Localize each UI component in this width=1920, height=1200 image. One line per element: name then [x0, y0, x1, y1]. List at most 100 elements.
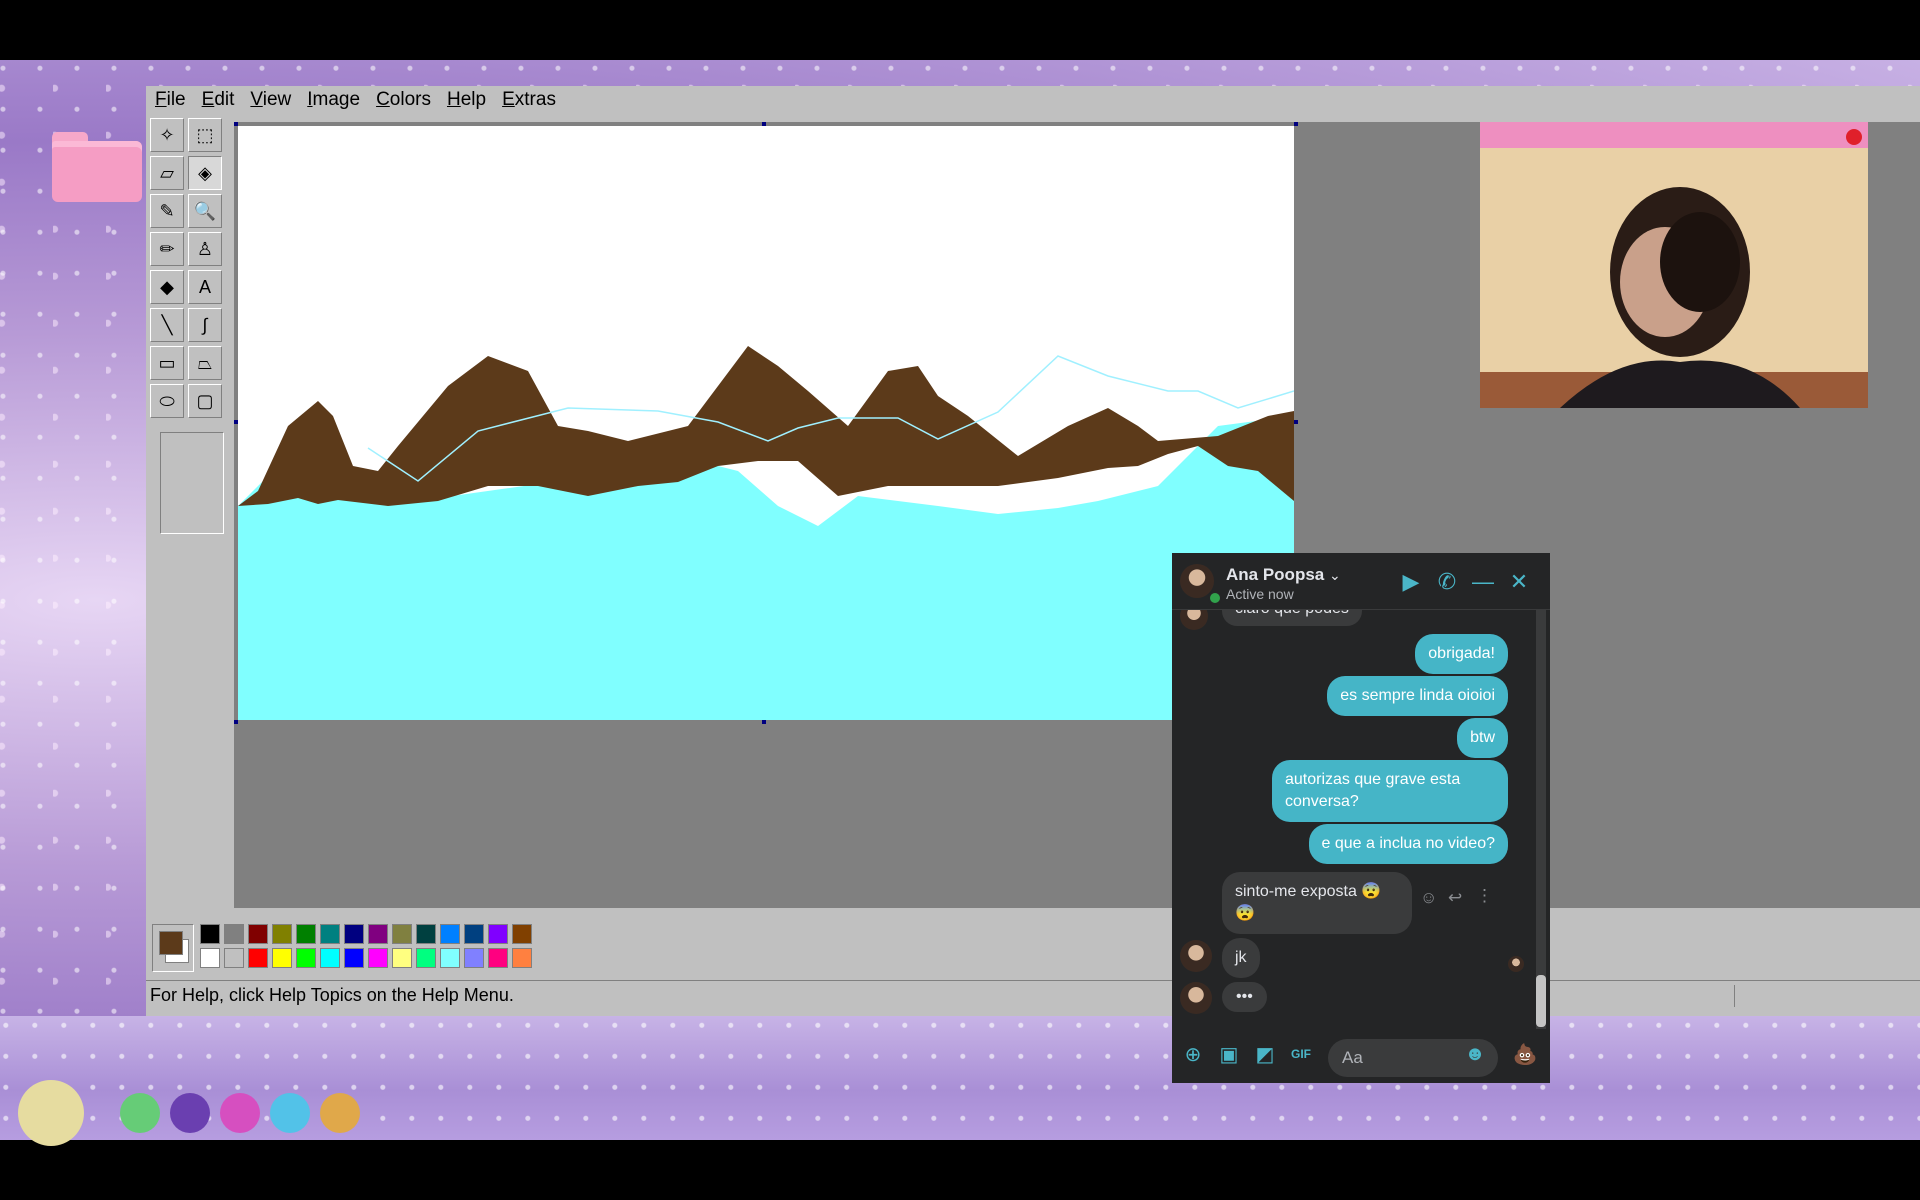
message-bubble-in[interactable]: claro que podes	[1222, 610, 1362, 626]
color-palette	[152, 924, 542, 972]
message-bubble-in[interactable]: sinto-me exposta 😨😨	[1222, 872, 1412, 934]
color-swatch[interactable]	[224, 924, 244, 944]
color-swatch[interactable]	[440, 924, 460, 944]
more-options-icon[interactable]: ⋮	[1476, 886, 1493, 906]
message-bubble-in[interactable]: jk	[1222, 938, 1260, 978]
chevron-down-icon[interactable]: ⌄	[1329, 567, 1341, 583]
color-swatch[interactable]	[320, 948, 340, 968]
color-swatch[interactable]	[464, 924, 484, 944]
message-bubble-out[interactable]: es sempre linda oioioi	[1327, 676, 1508, 716]
brush-icon[interactable]: ♙	[188, 232, 222, 266]
color-swatch[interactable]	[416, 924, 436, 944]
drawing-artwork	[238, 126, 1295, 720]
message-bubble-out[interactable]: autorizas que grave esta conversa?	[1272, 760, 1508, 822]
color-swatch[interactable]	[200, 924, 220, 944]
dock-dot[interactable]	[18, 1080, 84, 1146]
color-swatch[interactable]	[368, 924, 388, 944]
rectangle-icon[interactable]: ▭	[150, 346, 184, 380]
video-call-icon[interactable]: ▶	[1398, 569, 1424, 595]
message-list[interactable]: claro que podes obrigada! es sempre lind…	[1172, 610, 1536, 1029]
dock-dot[interactable]	[120, 1093, 160, 1133]
color-swatch[interactable]	[512, 948, 532, 968]
dock-dot[interactable]	[220, 1093, 260, 1133]
menu-help[interactable]: Help	[440, 89, 493, 111]
color-swatch[interactable]	[272, 948, 292, 968]
menu-view[interactable]: View	[243, 89, 298, 111]
dock-dot[interactable]	[170, 1093, 210, 1133]
sticker-icon[interactable]: ◩	[1252, 1041, 1278, 1067]
color-swatch[interactable]	[512, 924, 532, 944]
text-icon[interactable]: A	[188, 270, 222, 304]
dock-dot[interactable]	[270, 1093, 310, 1133]
avatar	[1180, 610, 1208, 630]
drawing-canvas[interactable]	[238, 126, 1295, 720]
magnifier-icon[interactable]: 🔍	[188, 194, 222, 228]
message-bubble-out[interactable]: obrigada!	[1415, 634, 1508, 674]
emoji-icon[interactable]: ☻	[1462, 1041, 1488, 1067]
color-swatch[interactable]	[392, 924, 412, 944]
color-swatch[interactable]	[416, 948, 436, 968]
line-icon[interactable]: ╲	[150, 308, 184, 342]
current-colors[interactable]	[152, 924, 194, 972]
webcam-video	[1480, 122, 1868, 408]
color-swatch[interactable]	[248, 948, 268, 968]
contact-status: Active now	[1226, 586, 1294, 602]
color-swatch[interactable]	[440, 948, 460, 968]
ellipse-icon[interactable]: ⬭	[150, 384, 184, 418]
menu-edit[interactable]: Edit	[195, 89, 242, 111]
minimize-icon[interactable]: —	[1470, 569, 1496, 595]
status-text: For Help, click Help Topics on the Help …	[150, 985, 514, 1005]
menu-bar: File Edit View Image Colors Help Extras	[146, 86, 1920, 114]
photo-icon[interactable]: ▣	[1216, 1041, 1242, 1067]
menu-colors[interactable]: Colors	[369, 89, 438, 111]
folder-icon[interactable]	[52, 132, 142, 202]
avatar	[1180, 982, 1212, 1014]
menu-file[interactable]: File	[148, 89, 193, 111]
color-swatch[interactable]	[248, 924, 268, 944]
color-swatch[interactable]	[224, 948, 244, 968]
chat-header: Ana Poopsa ⌄ Active now ▶ ✆ — ✕	[1172, 553, 1550, 610]
color-swatch[interactable]	[320, 924, 340, 944]
poop-emoji-icon[interactable]: 💩	[1512, 1041, 1538, 1067]
color-picker-icon[interactable]: ✎	[150, 194, 184, 228]
color-swatch[interactable]	[272, 924, 292, 944]
color-swatch[interactable]	[344, 924, 364, 944]
close-icon[interactable]: ✕	[1506, 569, 1532, 595]
color-swatch[interactable]	[392, 948, 412, 968]
color-swatch[interactable]	[464, 948, 484, 968]
reply-icon[interactable]: ↩	[1448, 888, 1462, 908]
message-bubble-out[interactable]: btw	[1457, 718, 1508, 758]
add-icon[interactable]: ⊕	[1180, 1041, 1206, 1067]
status-separator	[1734, 985, 1735, 1007]
polygon-icon[interactable]: ⏢	[188, 346, 222, 380]
tool-options-panel[interactable]	[160, 432, 224, 534]
scrollbar-thumb[interactable]	[1536, 975, 1546, 1027]
react-icon[interactable]: ☺	[1420, 888, 1437, 908]
phone-call-icon[interactable]: ✆	[1434, 569, 1460, 595]
avatar	[1180, 940, 1212, 972]
color-swatch[interactable]	[488, 948, 508, 968]
webcam-frame	[1480, 148, 1868, 408]
color-swatch[interactable]	[368, 948, 388, 968]
chat-scrollbar[interactable]	[1536, 609, 1546, 1029]
rounded-rectangle-icon[interactable]: ▢	[188, 384, 222, 418]
message-bubble-out[interactable]: e que a inclua no video?	[1308, 824, 1508, 864]
color-swatch[interactable]	[200, 948, 220, 968]
free-form-select-icon[interactable]: ✧	[150, 118, 184, 152]
color-swatch[interactable]	[296, 948, 316, 968]
menu-image[interactable]: Image	[300, 89, 367, 111]
color-swatch[interactable]	[488, 924, 508, 944]
select-icon[interactable]: ⬚	[188, 118, 222, 152]
eraser-icon[interactable]: ▱	[150, 156, 184, 190]
fill-bucket-icon[interactable]: ◈	[188, 156, 222, 190]
color-swatch[interactable]	[344, 948, 364, 968]
curve-icon[interactable]: ∫	[188, 308, 222, 342]
contact-name[interactable]: Ana Poopsa ⌄	[1226, 565, 1341, 585]
pencil-icon[interactable]: ✏	[150, 232, 184, 266]
menu-extras[interactable]: Extras	[495, 89, 563, 111]
typing-indicator: •••	[1222, 982, 1267, 1012]
airbrush-icon[interactable]: ◆	[150, 270, 184, 304]
color-swatch[interactable]	[296, 924, 316, 944]
dock-dot[interactable]	[320, 1093, 360, 1133]
gif-icon[interactable]: GIF	[1288, 1041, 1314, 1067]
